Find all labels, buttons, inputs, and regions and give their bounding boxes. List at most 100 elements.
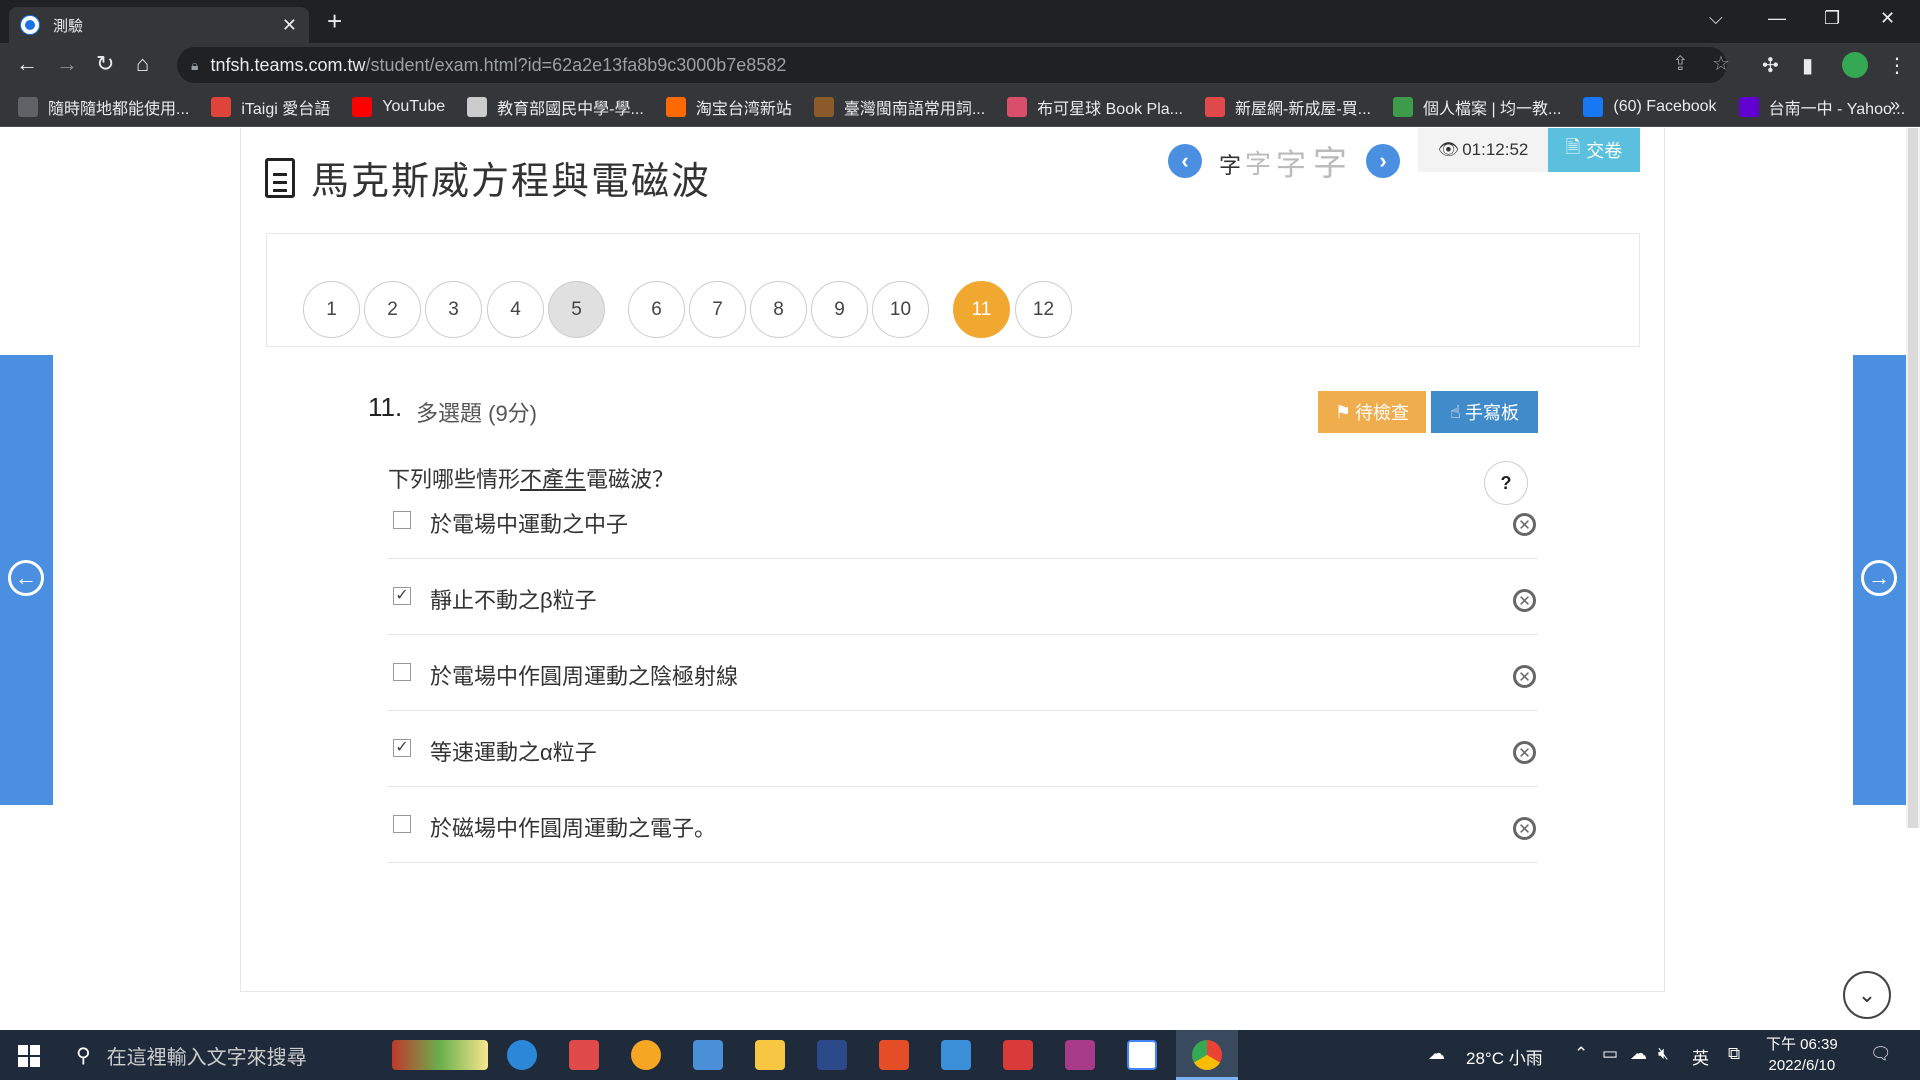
- font-size-xlarge[interactable]: 字: [1313, 136, 1347, 185]
- lock-icon[interactable]: 🔒︎: [191, 57, 198, 74]
- option-text[interactable]: 靜止不動之β粒子: [430, 583, 597, 615]
- eliminate-option-icon[interactable]: ✕: [1513, 589, 1536, 612]
- question-nav-3[interactable]: 3: [425, 281, 482, 338]
- question-nav-6[interactable]: 6: [628, 281, 685, 338]
- next-question-panel[interactable]: →: [1853, 355, 1906, 805]
- eliminate-option-icon[interactable]: ✕: [1513, 513, 1536, 536]
- eliminate-option-icon[interactable]: ✕: [1513, 817, 1536, 840]
- submit-exam-button[interactable]: 🗎︎ 交卷: [1548, 128, 1640, 172]
- office-icon[interactable]: [879, 1040, 909, 1070]
- chrome-taskbar-active[interactable]: [1176, 1030, 1238, 1080]
- prev-question-panel[interactable]: ←: [0, 355, 53, 805]
- forward-icon[interactable]: →: [56, 51, 78, 77]
- tray-overflow-icon[interactable]: ⌃: [1574, 1044, 1588, 1064]
- weather-text[interactable]: 28°C 小雨: [1466, 1044, 1543, 1069]
- restore-icon[interactable]: ❐: [1824, 8, 1840, 29]
- answer-option[interactable]: 於磁場中作圓周運動之電子。 ✕: [387, 787, 1538, 863]
- pending-review-button[interactable]: ⚑ 待檢查: [1318, 391, 1426, 433]
- notification-icon[interactable]: 🗨︎: [1870, 1044, 1892, 1064]
- font-size-small[interactable]: 字: [1219, 148, 1241, 180]
- store-icon[interactable]: [693, 1040, 723, 1070]
- google-app-icon[interactable]: [1127, 1040, 1157, 1070]
- ime-indicator[interactable]: 英: [1692, 1044, 1709, 1069]
- bookmark-star-icon[interactable]: ☆: [1712, 51, 1730, 76]
- extensions-icon[interactable]: ✣: [1762, 53, 1779, 78]
- font-larger-arrow-icon[interactable]: ›: [1366, 144, 1400, 178]
- profile-avatar[interactable]: [1842, 52, 1868, 78]
- question-nav-9[interactable]: 9: [811, 281, 868, 338]
- answer-option[interactable]: 於電場中作圓周運動之陰極射線 ✕: [387, 635, 1538, 711]
- news-app-icon[interactable]: [1003, 1040, 1033, 1070]
- bookmark-item[interactable]: (60) Facebook: [1583, 96, 1717, 117]
- bookmark-item[interactable]: iTaigi 愛台語: [211, 95, 330, 119]
- taskbar-clock[interactable]: 下午 06:39 2022/6/10: [1766, 1034, 1838, 1076]
- devcpp-icon[interactable]: [817, 1040, 847, 1070]
- tab-close-icon[interactable]: ✕: [282, 15, 297, 36]
- scrollbar-thumb[interactable]: [1908, 128, 1918, 828]
- edge-icon[interactable]: [507, 1040, 537, 1070]
- checkbox-checked[interactable]: ✓: [393, 739, 411, 757]
- bookmark-item[interactable]: 隨時隨地都能使用...: [18, 95, 189, 119]
- font-size-medium[interactable]: 字: [1245, 144, 1271, 181]
- scroll-down-icon[interactable]: ⌄: [1843, 971, 1891, 1019]
- new-tab-icon[interactable]: +: [327, 8, 342, 34]
- question-nav-8[interactable]: 8: [750, 281, 807, 338]
- bookmark-item[interactable]: YouTube: [352, 96, 445, 117]
- question-nav-5[interactable]: 5: [548, 281, 605, 338]
- news-widget-icon[interactable]: [392, 1040, 488, 1070]
- vpn-app-icon[interactable]: [631, 1040, 661, 1070]
- question-nav-10[interactable]: 10: [872, 281, 929, 338]
- mail-icon[interactable]: [941, 1040, 971, 1070]
- bookmark-item[interactable]: 台南一中 - Yahoo...: [1738, 95, 1905, 119]
- answer-option[interactable]: ✓ 靜止不動之β粒子 ✕: [387, 559, 1538, 635]
- home-icon[interactable]: ⌂: [136, 51, 149, 77]
- checkbox-unchecked[interactable]: [393, 511, 411, 529]
- option-text[interactable]: 於磁場中作圓周運動之電子。: [430, 811, 716, 843]
- weather-cloud-icon[interactable]: ☁: [1428, 1044, 1445, 1064]
- back-icon[interactable]: ←: [16, 51, 38, 77]
- question-nav-2[interactable]: 2: [364, 281, 421, 338]
- bookmark-item[interactable]: 新屋網-新成屋-買...: [1205, 95, 1371, 119]
- font-smaller-arrow-icon[interactable]: ‹: [1168, 144, 1202, 178]
- bookmark-item[interactable]: 教育部國民中學-學...: [467, 95, 644, 119]
- winrar-icon[interactable]: [1065, 1040, 1095, 1070]
- address-bar[interactable]: 🔒︎ tnfsh.teams.com.tw/student/exam.html?…: [177, 47, 1727, 83]
- prev-arrow-icon[interactable]: ←: [8, 560, 44, 596]
- reload-icon[interactable]: ↻: [96, 51, 114, 77]
- question-nav-12[interactable]: 12: [1015, 281, 1072, 338]
- option-text[interactable]: 等速運動之α粒子: [430, 735, 597, 767]
- eliminate-option-icon[interactable]: ✕: [1513, 741, 1536, 764]
- eliminate-option-icon[interactable]: ✕: [1513, 665, 1536, 688]
- page-scrollbar[interactable]: [1906, 128, 1920, 828]
- battery-icon[interactable]: ▭: [1602, 1044, 1618, 1064]
- menu-kebab-icon[interactable]: ⋮: [1887, 53, 1907, 78]
- ime-mode-icon[interactable]: ⧉: [1728, 1044, 1740, 1064]
- font-size-large[interactable]: 字: [1276, 140, 1306, 184]
- question-nav-7[interactable]: 7: [689, 281, 746, 338]
- bookmarks-overflow-icon[interactable]: »: [1890, 95, 1900, 116]
- next-arrow-icon[interactable]: →: [1861, 560, 1897, 596]
- side-panel-icon[interactable]: ▮: [1802, 53, 1813, 78]
- windows-start-icon[interactable]: [18, 1045, 40, 1067]
- gift-app-icon[interactable]: [569, 1040, 599, 1070]
- checkbox-checked[interactable]: ✓: [393, 587, 411, 605]
- question-nav-11[interactable]: 11: [953, 281, 1010, 338]
- browser-tab[interactable]: 測驗 ✕: [9, 7, 309, 43]
- minimize-icon[interactable]: —: [1768, 8, 1786, 29]
- bookmark-item[interactable]: 個人檔案 | 均一教...: [1393, 95, 1561, 119]
- question-nav-1[interactable]: 1: [303, 281, 360, 338]
- volume-muted-icon[interactable]: 🔇︎: [1658, 1044, 1669, 1064]
- checkbox-unchecked[interactable]: [393, 815, 411, 833]
- bookmark-item[interactable]: 淘宝台湾新站: [665, 95, 792, 119]
- option-text[interactable]: 於電場中運動之中子: [430, 507, 628, 539]
- answer-option[interactable]: ✓ 等速運動之α粒子 ✕: [387, 711, 1538, 787]
- window-close-icon[interactable]: ✕: [1880, 8, 1895, 29]
- onedrive-icon[interactable]: ☁: [1630, 1044, 1647, 1064]
- option-text[interactable]: 於電場中作圓周運動之陰極射線: [430, 659, 738, 691]
- checkbox-unchecked[interactable]: [393, 663, 411, 681]
- share-icon[interactable]: ⇪: [1672, 51, 1689, 76]
- tab-search-icon[interactable]: ⌵: [1709, 8, 1723, 29]
- answer-option[interactable]: 於電場中運動之中子 ✕: [387, 483, 1538, 559]
- file-explorer-icon[interactable]: [755, 1040, 785, 1070]
- bookmark-item[interactable]: 布可星球 Book Pla...: [1007, 95, 1183, 119]
